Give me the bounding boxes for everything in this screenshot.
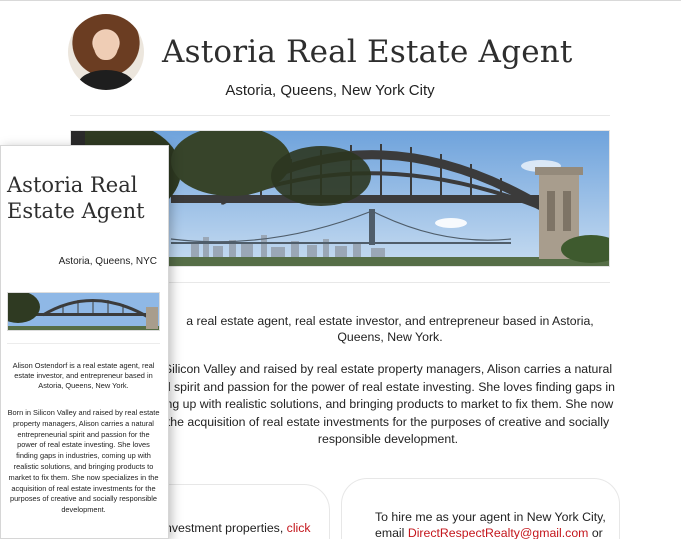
mobile-bridge-illustration [8, 293, 159, 330]
bio-line: Silicon Valley and raised by real estate… [163, 362, 613, 376]
hire-agent-email-line: email DirectRespectRealty@gmail.com or [375, 525, 606, 539]
bio-line: responsible development. [317, 432, 459, 446]
bio-line: the acquisition of real estate investmen… [166, 414, 610, 429]
bio-line: ing up with realistic solutions, and bri… [162, 397, 614, 411]
agent-avatar [68, 14, 144, 90]
investment-card-label: nvestment properties, [165, 521, 287, 535]
click-link[interactable]: click [287, 521, 311, 535]
mobile-hero-image [7, 292, 160, 331]
mobile-divider [7, 343, 160, 344]
email-suffix: or [588, 526, 603, 539]
header-divider [70, 115, 610, 116]
site-title[interactable]: Astoria Real Estate Agent [162, 34, 573, 70]
hire-agent-line: To hire me as your agent in New York Cit… [375, 510, 606, 524]
email-prefix: email [375, 526, 408, 539]
investment-card-text: nvestment properties, click [165, 521, 311, 535]
intro-text: a real estate agent, real estate investo… [186, 314, 594, 344]
mobile-bio-text: Born in Silicon Valley and raised by rea… [7, 408, 160, 515]
mobile-intro-text: Alison Ostendorf is a real estate agent,… [12, 361, 155, 390]
site-tagline: Astoria, Queens, New York City [225, 82, 435, 99]
mobile-site-title[interactable]: Astoria Real Estate Agent [7, 172, 157, 224]
mobile-preview: Astoria Real Estate Agent Astoria, Queen… [0, 145, 169, 539]
mobile-tagline: Astoria, Queens, NYC [58, 256, 157, 267]
bio-line: al spirit and passion for the power of r… [161, 379, 615, 394]
top-divider [0, 0, 681, 1]
avatar-shoulders [78, 70, 134, 90]
bio-text: Silicon Valley and raised by real estate… [160, 361, 616, 449]
hire-agent-card-text: To hire me as your agent in New York Cit… [375, 509, 606, 539]
email-link[interactable]: DirectRespectRealty@gmail.com [408, 526, 589, 539]
avatar-face [94, 30, 118, 60]
